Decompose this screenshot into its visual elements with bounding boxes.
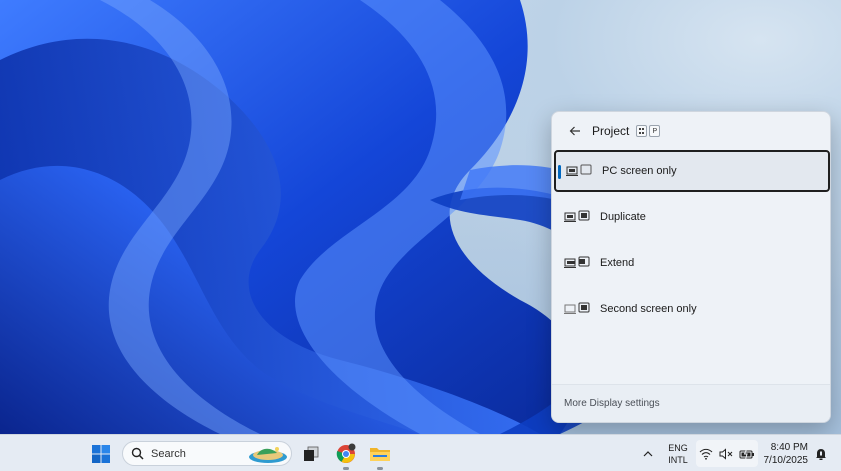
task-view-icon: [304, 446, 319, 461]
taskbar: ENG INTL 8:40 PM 7/10/2025: [0, 434, 841, 471]
start-button[interactable]: [86, 435, 116, 471]
option-label: Second screen only: [600, 303, 697, 315]
search-highlight-art-icon: [249, 447, 287, 463]
keyboard-layout: INTL: [668, 455, 688, 465]
selection-indicator: [558, 165, 561, 179]
chrome-taskbar-button[interactable]: [332, 435, 360, 471]
windows-key-icon: [636, 125, 648, 137]
chevron-up-icon: [643, 450, 653, 456]
chrome-icon: [336, 443, 356, 463]
input-language-indicator[interactable]: ENG INTL: [664, 440, 692, 468]
notification-bell-icon: [816, 448, 826, 460]
option-label: Extend: [600, 257, 635, 269]
second-screen-only-icon: [564, 302, 590, 314]
extend-icon: [564, 256, 590, 268]
task-view-button[interactable]: [298, 435, 324, 471]
file-explorer-taskbar-button[interactable]: [366, 435, 394, 471]
duplicate-icon: [564, 210, 590, 222]
wifi-icon: [699, 448, 713, 460]
speaker-muted-icon: [719, 447, 733, 460]
flyout-header: Project P: [552, 112, 830, 150]
back-arrow-icon: [569, 126, 580, 136]
flyout-title: Project: [592, 124, 630, 138]
taskbar-search-box[interactable]: [122, 441, 292, 466]
option-duplicate[interactable]: Duplicate: [554, 196, 830, 238]
option-pc-screen-only[interactable]: PC screen only: [554, 150, 830, 192]
more-display-settings-link[interactable]: More Display settings: [552, 384, 830, 422]
windows-start-icon: [92, 444, 110, 463]
option-label: Duplicate: [600, 211, 646, 223]
clock-date-button[interactable]: 8:40 PM 7/10/2025: [758, 439, 818, 469]
option-label: PC screen only: [602, 165, 677, 177]
running-indicator: [343, 467, 349, 470]
notification-center-button[interactable]: [810, 435, 832, 471]
language-code: ENG: [668, 443, 688, 453]
keyboard-shortcut-hint: P: [636, 125, 661, 137]
show-hidden-icons-button[interactable]: [638, 435, 658, 471]
battery-icon: [739, 447, 754, 460]
file-explorer-icon: [370, 447, 390, 461]
clock-date: 7/10/2025: [763, 455, 809, 466]
running-indicator: [377, 467, 383, 470]
search-input[interactable]: [151, 447, 241, 460]
p-key: P: [649, 125, 661, 137]
back-button[interactable]: [564, 120, 586, 142]
option-extend[interactable]: Extend: [554, 242, 830, 284]
pc-screen-only-icon: [566, 164, 592, 176]
option-second-screen-only[interactable]: Second screen only: [554, 288, 830, 330]
clock-time: 8:40 PM: [770, 442, 808, 453]
quick-settings-button[interactable]: [696, 440, 758, 467]
project-flyout: Project P PC screen only Duplicate Exten…: [551, 111, 831, 423]
search-icon: [131, 447, 144, 460]
